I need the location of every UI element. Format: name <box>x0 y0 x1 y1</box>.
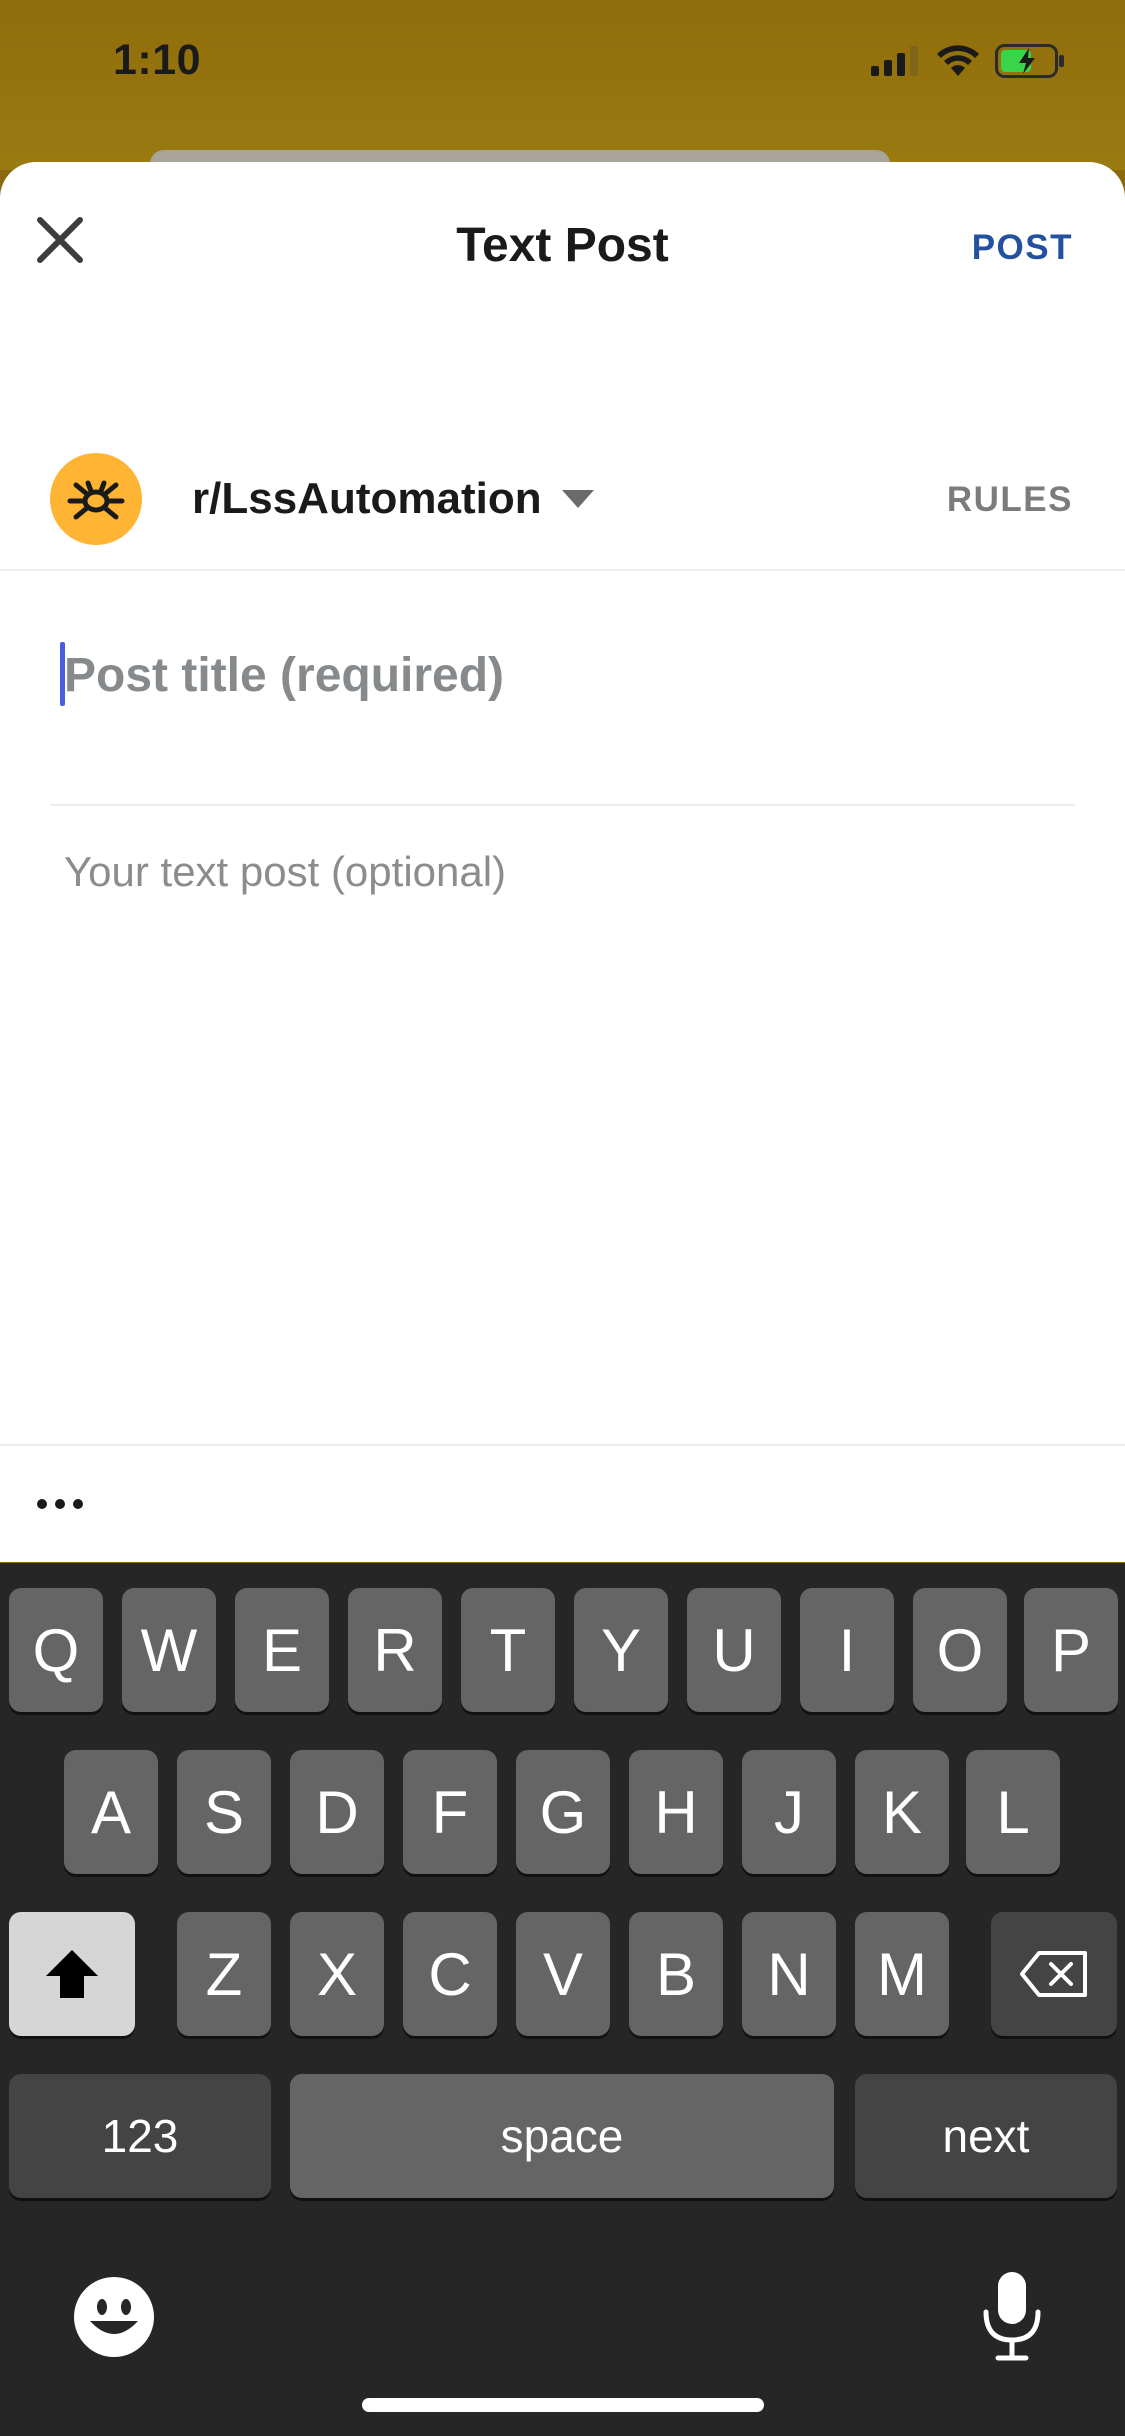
wifi-icon <box>937 45 979 76</box>
key-m[interactable]: M <box>855 1912 949 2036</box>
key-g[interactable]: G <box>516 1750 610 1874</box>
divider <box>0 1444 1125 1446</box>
status-bar: 1:10 <box>0 0 1125 130</box>
key-p[interactable]: P <box>1024 1588 1118 1712</box>
key-f[interactable]: F <box>403 1750 497 1874</box>
cellular-signal-icon <box>871 46 918 76</box>
emoji-icon <box>74 2277 154 2357</box>
home-indicator[interactable] <box>362 2398 764 2412</box>
key-v[interactable]: V <box>516 1912 610 2036</box>
caret-down-icon[interactable] <box>560 488 596 510</box>
divider <box>50 804 1075 806</box>
status-icons <box>871 44 1065 78</box>
community-name[interactable]: r/LssAutomation <box>192 474 542 524</box>
emoji-button[interactable] <box>72 2275 156 2364</box>
more-options-button[interactable] <box>30 1476 90 1532</box>
key-i[interactable]: I <box>800 1588 894 1712</box>
key-l[interactable]: L <box>966 1750 1060 1874</box>
key-k[interactable]: K <box>855 1750 949 1874</box>
key-d[interactable]: D <box>290 1750 384 1874</box>
key-q[interactable]: Q <box>9 1588 103 1712</box>
key-h[interactable]: H <box>629 1750 723 1874</box>
shift-key[interactable] <box>9 1912 135 2036</box>
community-selector[interactable]: r/LssAutomation RULES <box>0 440 1125 570</box>
key-w[interactable]: W <box>122 1588 216 1712</box>
status-time: 1:10 <box>113 36 202 84</box>
shift-icon <box>46 1950 98 1998</box>
key-u[interactable]: U <box>687 1588 781 1712</box>
dictation-button[interactable] <box>980 2268 1044 2369</box>
key-a[interactable]: A <box>64 1750 158 1874</box>
next-key[interactable]: next <box>855 2074 1117 2198</box>
space-key[interactable]: space <box>290 2074 834 2198</box>
title-field[interactable] <box>50 630 1075 720</box>
key-e[interactable]: E <box>235 1588 329 1712</box>
key-o[interactable]: O <box>913 1588 1007 1712</box>
key-x[interactable]: X <box>290 1912 384 2036</box>
key-b[interactable]: B <box>629 1912 723 2036</box>
key-y[interactable]: Y <box>574 1588 668 1712</box>
microphone-icon <box>983 2272 1041 2361</box>
battery-charging-icon <box>995 44 1064 78</box>
key-z[interactable]: Z <box>177 1912 271 2036</box>
page-title: Text Post <box>456 219 669 272</box>
bug-icon <box>67 480 125 520</box>
community-avatar <box>50 453 142 545</box>
rules-button[interactable]: RULES <box>947 480 1073 520</box>
backspace-icon <box>1020 1951 1087 1997</box>
post-button[interactable]: POST <box>972 228 1073 268</box>
delete-key[interactable] <box>991 1912 1117 2036</box>
key-n[interactable]: N <box>742 1912 836 2036</box>
key-s[interactable]: S <box>177 1750 271 1874</box>
post-body-input[interactable] <box>50 848 1075 1408</box>
text-cursor <box>60 642 65 706</box>
numbers-key[interactable]: 123 <box>9 2074 271 2198</box>
key-c[interactable]: C <box>403 1912 497 2036</box>
post-title-input[interactable] <box>50 630 1075 720</box>
divider <box>0 569 1125 571</box>
key-r[interactable]: R <box>348 1588 442 1712</box>
more-horizontal-icon <box>37 1499 47 1509</box>
key-t[interactable]: T <box>461 1588 555 1712</box>
key-j[interactable]: J <box>742 1750 836 1874</box>
